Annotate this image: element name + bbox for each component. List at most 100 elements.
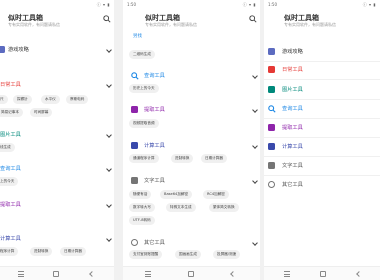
search-icon bbox=[268, 105, 276, 113]
tool-chip[interactable]: 特殊文本生成 bbox=[166, 203, 196, 212]
category-daily-tools[interactable]: 日常工具 bbox=[264, 64, 380, 76]
home-icon[interactable] bbox=[188, 271, 194, 277]
tool-chip[interactable]: 数字转大写 bbox=[129, 203, 155, 212]
screen-1: ⓘ ▾ ▮ 似时工具箱 专有实用软件，有问题请私信 游戏攻略 日常工具 尺 探察… bbox=[0, 0, 114, 280]
text-icon bbox=[268, 162, 275, 169]
tool-chip[interactable]: 历史上的今天 bbox=[129, 84, 159, 93]
home-icon[interactable] bbox=[53, 271, 59, 277]
chevron-down-icon bbox=[106, 202, 112, 208]
app-header: 似时工具箱 专有实用软件，有问题请私信 bbox=[0, 9, 114, 31]
category-label: 日常工具 bbox=[0, 82, 21, 88]
game-icon bbox=[268, 48, 275, 55]
game-icon bbox=[0, 46, 5, 53]
category-label: 查询工具 bbox=[282, 106, 303, 112]
category-image-tools[interactable]: 图片工具 bbox=[0, 129, 114, 141]
status-bar: ⓘ ▾ ▮ bbox=[0, 0, 114, 9]
category-daily-tools[interactable]: 日常工具 bbox=[0, 79, 114, 91]
tool-chip[interactable]: 时间屏幕 bbox=[30, 108, 53, 117]
daily-icon bbox=[268, 66, 275, 73]
category-label: 计算工具 bbox=[144, 143, 165, 149]
category-extract-tools[interactable]: 提取工具 bbox=[264, 122, 380, 134]
tool-chip[interactable]: 投屏器/测速 bbox=[213, 250, 241, 259]
tool-chip[interactable]: 线生成 bbox=[0, 143, 15, 152]
screen-3: 1:50 ⓘ ▾ ▮ 似时工具箱 专有实用软件，有问题请私信 游戏攻略 日常工具… bbox=[264, 0, 380, 280]
tool-chip[interactable]: 进制转换 bbox=[171, 154, 194, 163]
category-label: 图片工具 bbox=[282, 87, 303, 93]
app-subtitle: 专有实用软件，有问题请私信 bbox=[284, 22, 336, 27]
menu-icon[interactable] bbox=[284, 271, 290, 277]
tool-chip[interactable]: 日期计算器 bbox=[60, 247, 86, 256]
menu-icon[interactable] bbox=[18, 271, 24, 277]
tool-chip[interactable]: 视频提取音频 bbox=[129, 119, 159, 128]
category-game-guide[interactable]: 游戏攻略 bbox=[264, 46, 380, 58]
search-icon[interactable] bbox=[249, 15, 257, 23]
tool-chip[interactable]: UTF-8转码 bbox=[129, 216, 155, 225]
category-label: 其它工具 bbox=[282, 182, 303, 188]
category-label: 提取工具 bbox=[282, 125, 303, 131]
back-icon[interactable] bbox=[230, 271, 236, 277]
category-text-tools[interactable]: 文字工具 bbox=[264, 160, 380, 172]
tool-chip[interactable]: 尺 bbox=[0, 95, 8, 104]
back-icon[interactable] bbox=[356, 271, 362, 277]
category-other-tools[interactable]: 其它工具 bbox=[123, 237, 260, 249]
tool-chip[interactable]: 进制转换 bbox=[30, 247, 53, 256]
chevron-down-icon bbox=[106, 236, 112, 242]
category-game-guide[interactable]: 游戏攻略 bbox=[0, 44, 114, 56]
category-text-tools[interactable]: 文字工具 bbox=[123, 175, 260, 187]
home-icon[interactable] bbox=[320, 271, 326, 277]
tool-chip[interactable]: 简易记事本 bbox=[0, 108, 23, 117]
chevron-down-icon bbox=[252, 240, 258, 246]
app-header: 似时工具箱 专有实用软件，有问题请私信 bbox=[264, 9, 380, 31]
app-header: 似时工具箱 专有实用软件，有问题请私信 bbox=[123, 9, 260, 31]
menu-icon[interactable] bbox=[145, 271, 151, 277]
status-icons: ⓘ ▾ ▮ bbox=[96, 2, 110, 7]
category-calc-tools[interactable]: 计算工具 bbox=[0, 233, 114, 245]
tool-chip[interactable]: 通道程序计算 bbox=[129, 154, 159, 163]
chevron-down-icon bbox=[252, 178, 258, 184]
chevron-down-icon bbox=[106, 132, 112, 138]
text-icon bbox=[131, 177, 138, 184]
category-image-tools[interactable]: 图片工具 bbox=[264, 84, 380, 96]
search-icon[interactable] bbox=[103, 15, 111, 23]
divider bbox=[264, 61, 380, 62]
tool-chip[interactable]: Base64加解密 bbox=[160, 190, 193, 199]
chevron-down-icon bbox=[106, 82, 112, 88]
tool-chip[interactable]: 支付宝到账提醒 bbox=[129, 250, 163, 259]
tool-chip[interactable]: 二维码生成 bbox=[129, 50, 155, 59]
tool-chip[interactable]: 探察针 bbox=[13, 95, 32, 104]
tool-chip[interactable]: 水平仪 bbox=[41, 95, 60, 104]
tool-chip[interactable]: 国画画生成 bbox=[175, 250, 201, 259]
tool-chip[interactable]: 摩斯电码 bbox=[66, 95, 89, 104]
image-icon bbox=[268, 86, 275, 93]
category-calc-tools[interactable]: 计算工具 bbox=[123, 140, 260, 152]
tool-chip[interactable]: 日期计算器 bbox=[201, 154, 227, 163]
category-query-tools[interactable]: 查询工具 bbox=[0, 163, 114, 175]
category-extract-tools[interactable]: 提取工具 bbox=[0, 199, 114, 211]
category-label: 提取工具 bbox=[144, 107, 165, 113]
app-subtitle: 专有实用软件，有问题请私信 bbox=[8, 22, 60, 27]
back-icon[interactable] bbox=[89, 271, 95, 277]
category-other-tools[interactable]: 其它工具 bbox=[264, 179, 380, 191]
category-label: 提取工具 bbox=[0, 202, 21, 208]
divider bbox=[264, 137, 380, 138]
extract-icon bbox=[268, 124, 275, 131]
tool-chip[interactable]: RC4加解密 bbox=[203, 190, 229, 199]
calculator-icon bbox=[131, 142, 138, 149]
divider bbox=[264, 79, 380, 80]
category-query-tools[interactable]: 查询工具 bbox=[264, 103, 380, 115]
tool-chip[interactable]: 程序计算 bbox=[0, 247, 19, 256]
status-time: 1:50 bbox=[268, 2, 277, 7]
globe-icon bbox=[268, 181, 275, 188]
tool-chip[interactable]: 繁体简文转换 bbox=[209, 203, 239, 212]
tool-chip[interactable]: 上的今天 bbox=[0, 177, 19, 186]
tool-chip[interactable]: 随便有话 bbox=[129, 190, 152, 199]
app-subtitle: 专有实用软件，有问题请私信 bbox=[145, 22, 197, 27]
chevron-down-icon bbox=[252, 73, 258, 79]
category-query-tools[interactable]: 查询工具 bbox=[123, 70, 260, 82]
divider bbox=[264, 175, 380, 176]
category-calc-tools[interactable]: 计算工具 bbox=[264, 141, 380, 153]
category-label: 查询工具 bbox=[144, 73, 165, 79]
calculator-icon bbox=[268, 143, 275, 150]
category-extract-tools[interactable]: 提取工具 bbox=[123, 104, 260, 116]
status-icons: ⓘ ▾ ▮ bbox=[362, 2, 376, 7]
